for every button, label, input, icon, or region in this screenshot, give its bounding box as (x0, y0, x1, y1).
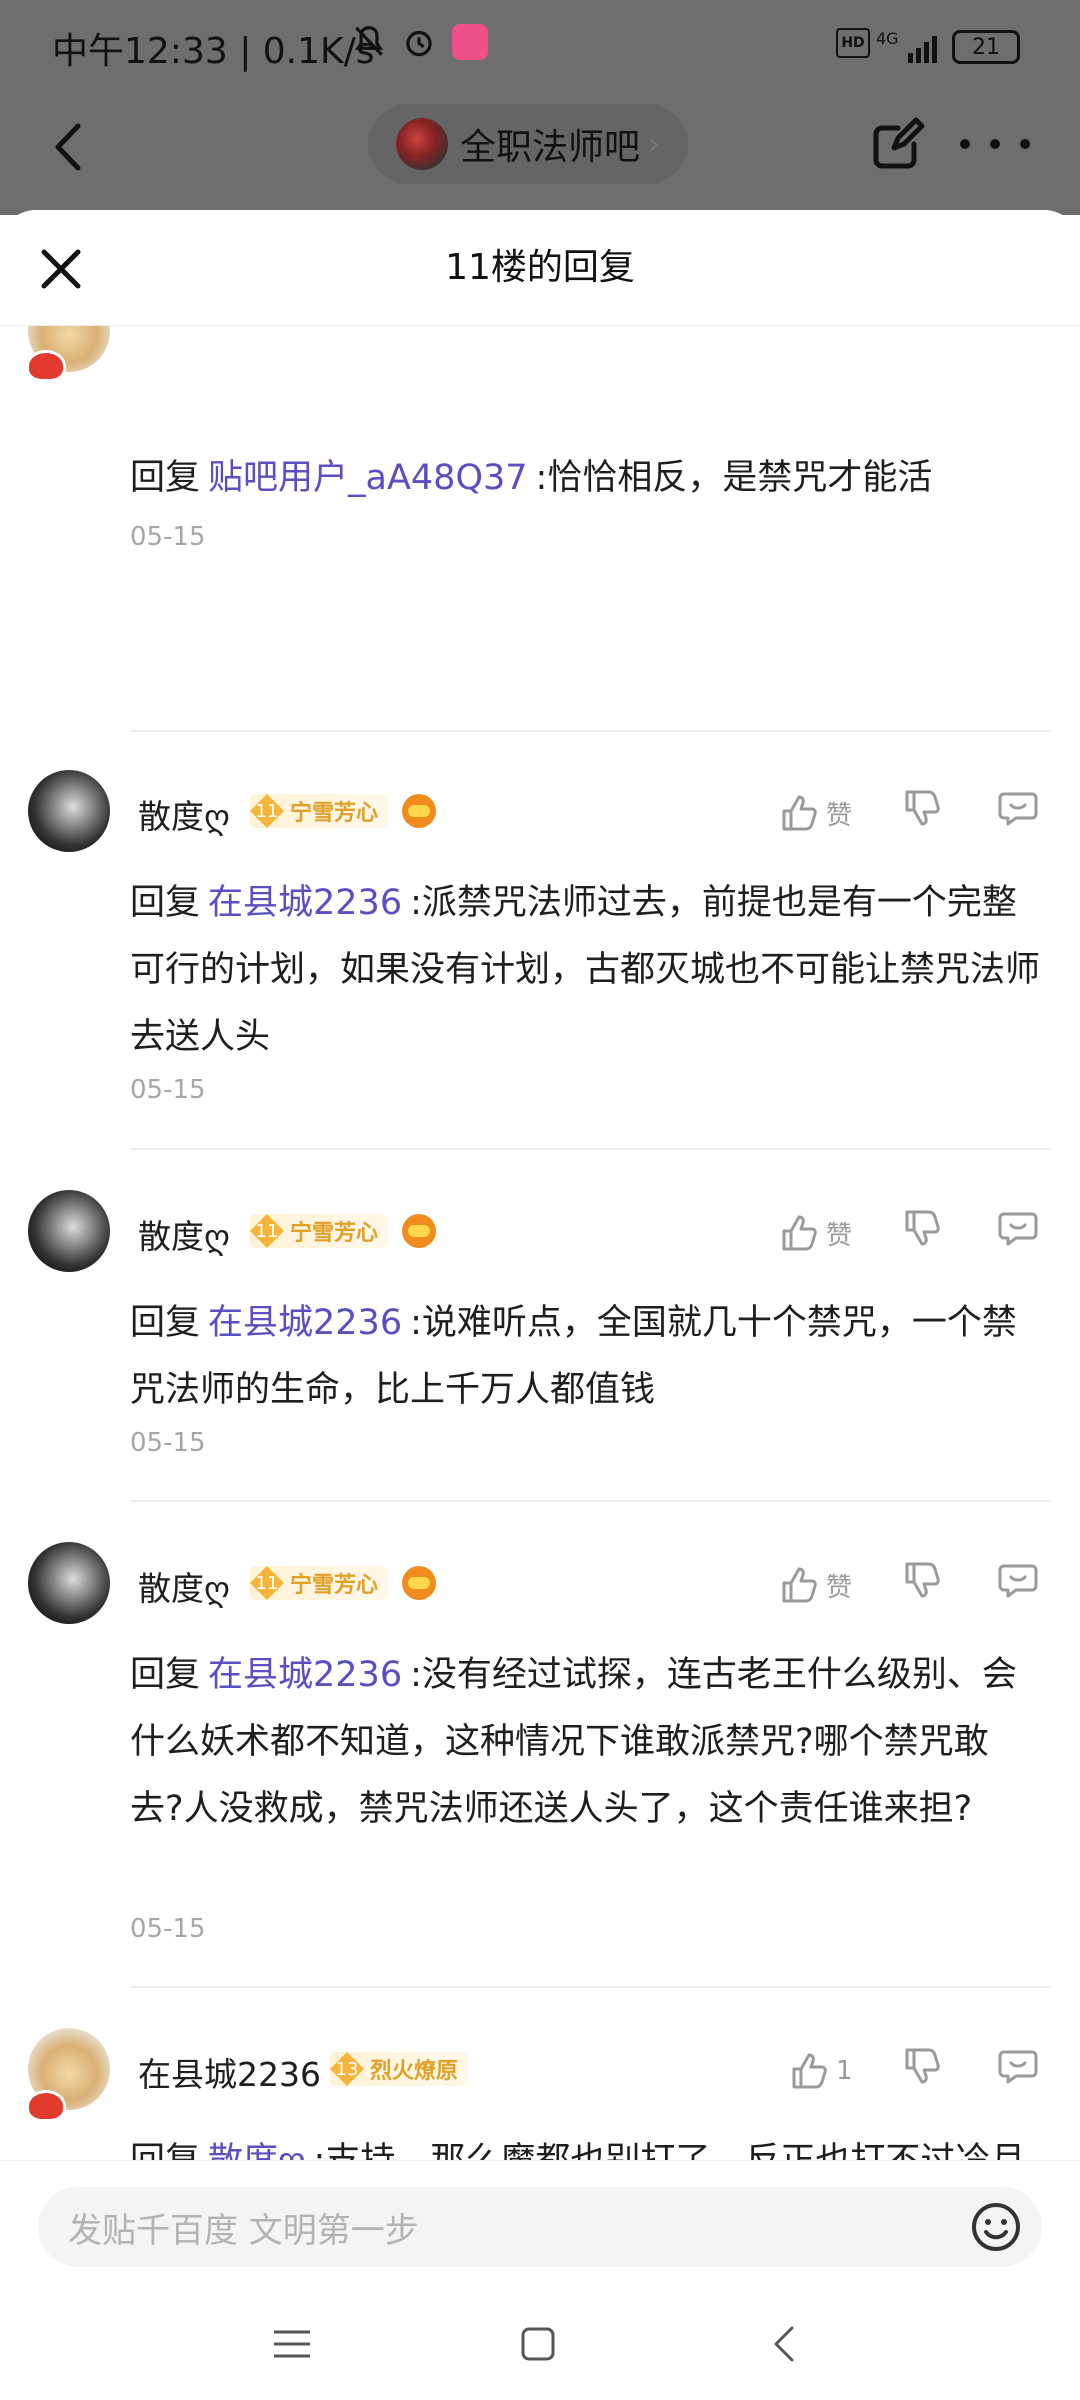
sheet-header: 11楼的回复 (0, 210, 1080, 326)
forum-link[interactable]: 全职法师吧 › (368, 104, 688, 184)
mention-link[interactable]: 散度ღ (208, 2141, 306, 2160)
reply-content[interactable]: 回复 在县城2236:说难听点，全国就几十个禁咒，一个禁咒法师的生命，比上千万人都… (130, 1290, 1040, 1424)
reply-input[interactable]: 发贴千百度 文明第一步 (38, 2187, 1042, 2267)
divider (130, 1148, 1050, 1150)
dislike-button[interactable] (903, 1560, 953, 1610)
thumbs-down-icon (905, 1210, 940, 1246)
dot-icon (960, 139, 970, 149)
dot-icon (1020, 139, 1030, 149)
reply-actions: 1 (780, 2046, 1050, 2096)
thumbs-up-icon (782, 795, 817, 831)
back-arrow-icon[interactable] (764, 2324, 804, 2364)
divider (130, 1986, 1050, 1988)
game-icon (402, 1566, 436, 1600)
like-button[interactable]: 赞 (780, 1560, 852, 1610)
mute-icon (350, 22, 388, 62)
more-options-button[interactable] (960, 114, 1030, 174)
reply-content[interactable]: 回复 贴吧用户_aA48Q37:恰恰相反，是禁咒才能活 (130, 445, 1040, 512)
smiley-icon (972, 2203, 1020, 2251)
reply-content[interactable]: 回复 在县城2236:派禁咒法师过去，前提也是有一个完整可行的计划，如果没有计划，… (130, 870, 1040, 1071)
dislike-button[interactable] (903, 1208, 953, 1258)
reply-actions: 赞 (780, 1560, 1050, 1610)
mention-link[interactable]: 贴吧用户_aA48Q37 (208, 458, 528, 498)
system-nav-bar (0, 2306, 1080, 2386)
mention-link[interactable]: 在县城2236 (208, 1303, 402, 1343)
like-button[interactable]: 赞 (780, 788, 852, 838)
level-badge: 11 宁雪芳心 (250, 794, 389, 828)
reply-button[interactable] (998, 1208, 1048, 1258)
thumbs-up-icon (792, 2053, 827, 2089)
status-bar: 中午12:33 | 0.1K/s HD 4G 21 (0, 0, 1080, 95)
reply-button[interactable] (998, 788, 1048, 838)
reply-item: 散度ღ 11 宁雪芳心 赞 回复 在县城2236:没有经过试探，连古老王什么级别、会… (0, 1542, 1080, 1962)
username[interactable]: 散度ღ (138, 790, 230, 838)
reply-item: 散度ღ 11 宁雪芳心 赞 回复 在县城2236:说难听点，全国就几十个禁咒，一个禁… (0, 1190, 1080, 1490)
mention-link[interactable]: 在县城2236 (208, 1655, 402, 1695)
comment-icon (998, 792, 1038, 826)
level-badge: 11 宁雪芳心 (250, 1566, 389, 1600)
forum-name: 全职法师吧 (460, 127, 641, 168)
user-avatar[interactable] (28, 1542, 110, 1624)
thumbs-up-icon (782, 1567, 817, 1603)
mention-link[interactable]: 在县城2236 (208, 883, 402, 923)
thumbs-up-icon (782, 1215, 817, 1251)
dislike-button[interactable] (903, 2046, 953, 2096)
emoji-button[interactable] (968, 2199, 1024, 2255)
reply-button[interactable] (998, 1560, 1048, 1610)
reply-actions: 赞 (780, 1208, 1050, 1258)
hd-icon: HD (836, 28, 870, 58)
signal-icon (880, 30, 940, 70)
comment-icon (998, 1564, 1038, 1598)
level-badge: 13 烈火燎原 (330, 2052, 469, 2086)
reply-content[interactable]: 回复 在县城2236:没有经过试探，连古老王什么级别、会什么妖术都不知道，这种情况… (130, 1642, 1040, 1843)
reply-item: 回复 贴吧用户_aA48Q37:恰恰相反，是禁咒才能活 05-15 (0, 290, 1080, 552)
game-icon (402, 794, 436, 828)
like-button[interactable]: 赞 (780, 1208, 852, 1258)
reply-input-placeholder: 发贴千百度 文明第一步 (68, 2210, 419, 2251)
reply-button[interactable] (998, 2046, 1048, 2096)
reply-actions: 赞 (780, 788, 1050, 838)
dot-icon (990, 139, 1000, 149)
username[interactable]: 在县城2236 (138, 2048, 321, 2096)
reply-item: 在县城2236 13烈火燎原 1 回复散度ღ:支持，那么魔都也别打了。反正也打不… (0, 2028, 1080, 2160)
status-time: 中午12:33 | 0.1K/s (52, 31, 375, 72)
user-avatar[interactable] (28, 770, 110, 852)
sheet-title: 11楼的回复 (445, 247, 635, 288)
back-button[interactable] (40, 112, 100, 182)
battery-icon: 21 (952, 30, 1020, 64)
thumbs-down-icon (905, 790, 940, 826)
user-avatar[interactable] (28, 1190, 110, 1272)
user-badge-icon (26, 2090, 66, 2122)
reply-date: 05-15 (130, 1428, 206, 1458)
divider (130, 1500, 1050, 1502)
reply-content[interactable]: 回复散度ღ:支持，那么魔都也别打了。反正也打不过冷月眸。没有一个完整周密的计划，… (130, 2128, 1040, 2160)
menu-icon[interactable] (272, 2324, 312, 2364)
comment-icon (998, 2050, 1038, 2084)
username[interactable]: 散度ღ (138, 1210, 230, 1258)
forum-nav-bar: 全职法师吧 › (0, 100, 1080, 210)
username[interactable]: 散度ღ (138, 1562, 230, 1610)
reply-date: 05-15 (130, 1075, 206, 1105)
reply-date: 05-15 (130, 1914, 206, 1944)
edit-post-button[interactable] (868, 114, 928, 174)
level-badge: 11 宁雪芳心 (250, 1214, 389, 1248)
comment-icon (998, 1212, 1038, 1246)
alarm-icon (400, 22, 438, 62)
chevron-right-icon: › (648, 126, 661, 162)
reply-date: 05-15 (130, 522, 206, 552)
thumbs-down-icon (905, 2048, 940, 2084)
thumbs-down-icon (905, 1562, 940, 1598)
reply-item: 散度ღ 11 宁雪芳心 赞 回复 在县城2236:派禁咒法师过去，前提也是有一个完整… (0, 770, 1080, 1130)
forum-avatar (396, 118, 448, 170)
reply-list[interactable]: 回复 贴吧用户_aA48Q37:恰恰相反，是禁咒才能活 05-15 散度ღ 11 宁… (0, 210, 1080, 2160)
reply-composer: 发贴千百度 文明第一步 (0, 2160, 1080, 2400)
like-button[interactable]: 1 (790, 2046, 853, 2096)
game-icon (402, 1214, 436, 1248)
dislike-button[interactable] (903, 788, 953, 838)
replies-sheet: 11楼的回复 回复 贴吧用户_aA48Q37:恰恰相反，是禁咒才能活 05-15 … (0, 210, 1080, 2400)
app-notification-icon (452, 24, 488, 60)
home-icon[interactable] (518, 2324, 558, 2364)
divider (130, 730, 1050, 732)
user-badge-icon (26, 350, 66, 382)
